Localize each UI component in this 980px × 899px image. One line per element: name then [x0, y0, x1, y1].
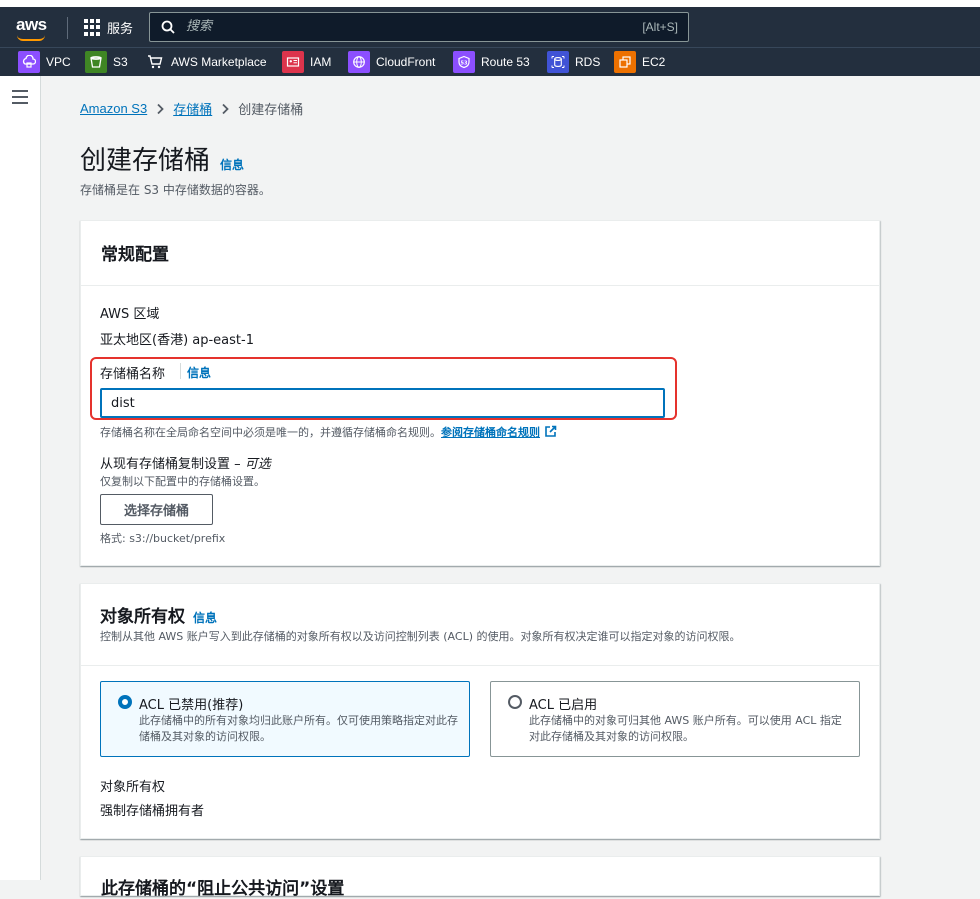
favorite-label: RDS — [575, 55, 601, 69]
external-link-icon[interactable] — [544, 425, 557, 438]
panel-title: 常规配置 — [101, 245, 169, 265]
page-description: 存储桶是在 S3 中存储数据的容器。 — [80, 183, 271, 197]
region-value: 亚太地区(香港) ap-east-1 — [100, 333, 254, 348]
panel-title: 此存储桶的“阻止公共访问”设置 — [101, 879, 345, 899]
label-divider — [180, 363, 181, 379]
choose-bucket-button[interactable]: 选择存储桶 — [100, 494, 213, 525]
breadcrumb-buckets[interactable]: 存储桶 — [173, 99, 212, 118]
page-info-link[interactable]: 信息 — [220, 156, 244, 173]
bucket-name-info-link[interactable]: 信息 — [187, 364, 211, 381]
page-title-text: 创建存储桶 — [80, 146, 211, 176]
s3-icon — [85, 51, 107, 73]
acl-enabled-option[interactable]: ACL 已启用 此存储桶中的对象可归其他 AWS 账户所有。可以使用 ACL 指… — [490, 681, 860, 757]
top-navigation-bar: aws 服务 [Alt+S] — [0, 7, 980, 47]
ownership-info-link[interactable]: 信息 — [193, 609, 217, 626]
copy-settings-optional: 可选 — [244, 457, 271, 472]
search-shortcut-hint: [Alt+S] — [642, 20, 678, 34]
services-menu-button[interactable]: 服务 — [84, 18, 133, 37]
favorite-ec2[interactable]: EC2 — [614, 50, 665, 74]
search-icon — [161, 20, 175, 34]
acl-disabled-radio[interactable] — [118, 695, 132, 709]
favorite-label: AWS Marketplace — [171, 55, 267, 69]
copy-settings-hint: 仅复制以下配置中的存储桶设置。 — [100, 475, 265, 488]
object-ownership-label: 对象所有权 — [100, 780, 166, 795]
ownership-description: 控制从其他 AWS 账户写入到此存储桶的对象所有权以及访问控制列表 (ACL) … — [100, 630, 741, 643]
svg-text:53: 53 — [461, 60, 468, 66]
block-public-access-panel: 此存储桶的“阻止公共访问”设置 — [80, 856, 880, 899]
chevron-right-icon — [157, 103, 164, 114]
favorite-label: IAM — [310, 55, 332, 69]
services-label: 服务 — [107, 22, 134, 37]
copy-settings-label-text: 从现有存储桶复制设置 – — [100, 457, 245, 472]
hamburger-menu-icon[interactable] — [12, 90, 28, 104]
favorite-route-53[interactable]: 53 Route 53 — [453, 50, 530, 74]
ec2-icon — [614, 51, 636, 73]
favorite-iam[interactable]: IAM — [282, 50, 331, 74]
bucket-name-hint-text: 存储桶名称在全局命名空间中必须是唯一的，并遵循存储桶命名规则。 — [100, 426, 441, 439]
global-search[interactable]: [Alt+S] — [149, 12, 689, 42]
cloudfront-icon — [348, 51, 370, 73]
iam-icon — [282, 51, 304, 73]
option-title: ACL 已禁用(推荐) — [139, 698, 244, 713]
favorite-s3[interactable]: S3 — [85, 50, 128, 74]
bucket-name-hint: 存储桶名称在全局命名空间中必须是唯一的，并遵循存储桶命名规则。参阅存储桶命名规则 — [100, 424, 557, 440]
search-input[interactable] — [186, 19, 606, 34]
top-strip — [0, 0, 980, 7]
aws-logo-smile — [17, 35, 45, 41]
acl-disabled-option[interactable]: ACL 已禁用(推荐) 此存储桶中的所有对象均归此账户所有。仅可使用策略指定对此… — [100, 681, 470, 757]
favorite-label: CloudFront — [376, 55, 436, 69]
left-navigation-rail — [0, 76, 41, 880]
favorite-label: VPC — [46, 55, 71, 69]
favorite-cloudfront[interactable]: CloudFront — [348, 50, 435, 74]
object-ownership-value: 强制存储桶拥有者 — [100, 804, 205, 819]
bucket-naming-rules-link[interactable]: 参阅存储桶命名规则 — [441, 426, 540, 439]
ownership-title: 对象所有权 信息 — [100, 602, 217, 627]
route53-icon: 53 — [453, 51, 475, 73]
option-description: 此存储桶中的对象可归其他 AWS 账户所有。可以使用 ACL 指定对此存储桶及其… — [529, 714, 842, 743]
region-label: AWS 区域 — [100, 307, 160, 322]
acl-enabled-radio[interactable] — [508, 695, 522, 709]
bucket-name-label: 存储桶名称 — [100, 367, 166, 382]
nav-divider — [67, 17, 68, 39]
chevron-right-icon — [222, 103, 229, 114]
rds-icon — [547, 51, 569, 73]
panel-header: 常规配置 — [81, 221, 879, 286]
favorite-label: S3 — [113, 55, 128, 69]
bucket-name-input[interactable] — [100, 388, 665, 418]
favorites-bar: VPC S3 AWS Marketplace IAM CloudFront 53… — [0, 47, 980, 76]
favorite-rds[interactable]: RDS — [547, 50, 600, 74]
option-description: 此存储桶中的所有对象均归此账户所有。仅可使用策略指定对此存储桶及其对象的访问权限… — [139, 714, 458, 743]
option-title: ACL 已启用 — [529, 698, 598, 713]
vpc-icon — [18, 51, 40, 73]
grid-icon — [84, 19, 101, 36]
favorite-aws-marketplace[interactable]: AWS Marketplace — [145, 50, 267, 74]
cart-icon — [145, 51, 165, 73]
favorite-label: Route 53 — [481, 55, 530, 69]
favorite-label: EC2 — [642, 55, 666, 69]
copy-settings-label: 从现有存储桶复制设置 – 可选 — [100, 453, 271, 472]
panel-title: 对象所有权 — [100, 607, 185, 627]
favorite-vpc[interactable]: VPC — [18, 50, 71, 74]
aws-logo[interactable]: aws — [16, 15, 47, 35]
breadcrumb: Amazon S3 存储桶 创建存储桶 — [80, 99, 303, 118]
page-title: 创建存储桶 信息 — [80, 140, 244, 177]
breadcrumb-current: 创建存储桶 — [238, 103, 304, 118]
bucket-format-hint: 格式: s3://bucket/prefix — [100, 532, 226, 545]
breadcrumb-amazon-s3[interactable]: Amazon S3 — [80, 101, 147, 116]
